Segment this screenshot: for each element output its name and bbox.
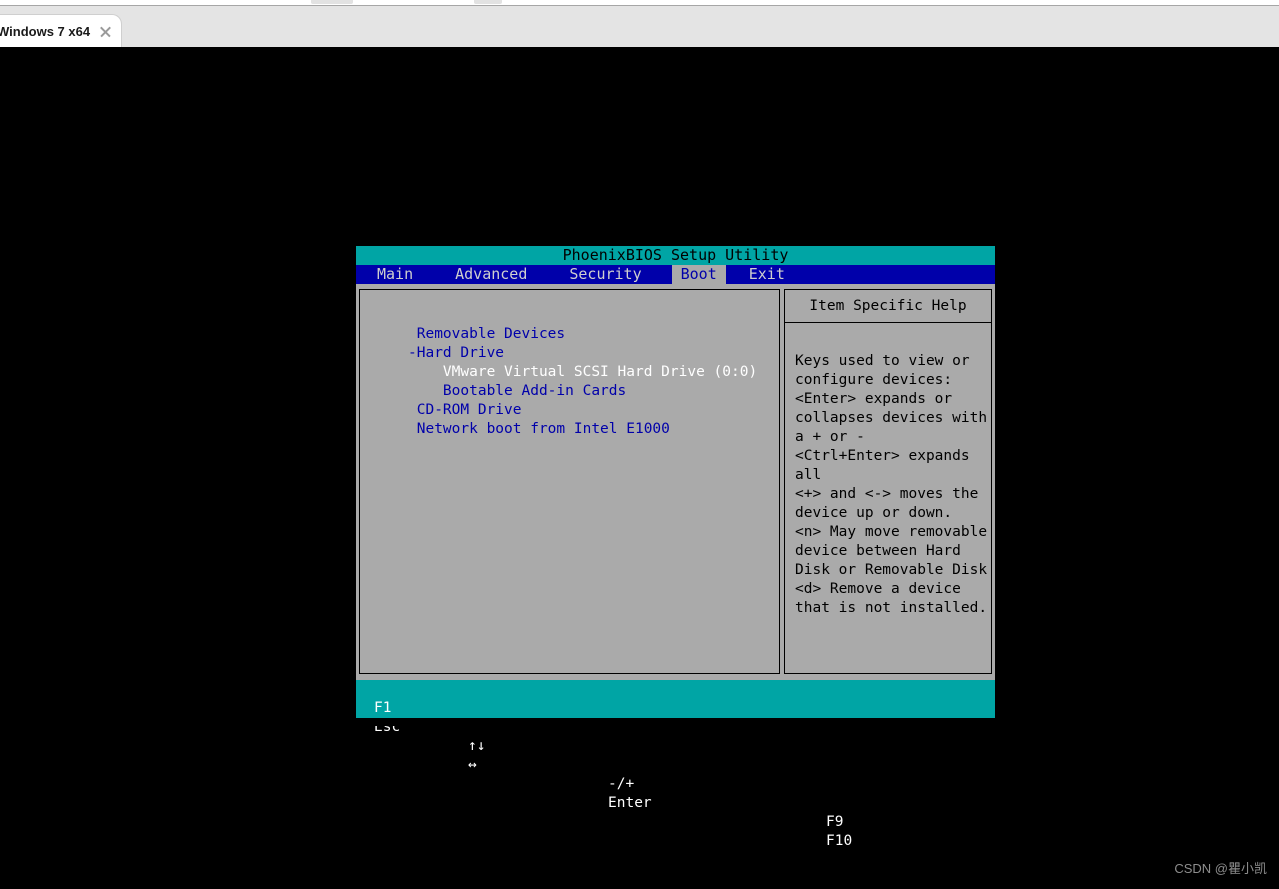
help-line: <Enter> expands or bbox=[795, 390, 985, 409]
browser-tab-strip: Windows 7 x64 bbox=[0, 6, 1279, 48]
bios-menu-bar: Main Advanced Security Boot Exit bbox=[356, 265, 995, 284]
vm-console-screen[interactable]: PhoenixBIOS Setup Utility Main Advanced … bbox=[0, 48, 1279, 888]
keyhint-f9-key: F9 bbox=[826, 813, 843, 832]
arrow-up-down-icon: ↑↓ bbox=[468, 737, 485, 756]
bios-content-area: Removable Devices -Hard Drive VMware Vir… bbox=[356, 284, 995, 680]
item-specific-help-panel: Item Specific Help Keys used to view or … bbox=[784, 289, 992, 674]
bios-tab-advanced[interactable]: Advanced bbox=[446, 265, 536, 284]
bios-title-bar: PhoenixBIOS Setup Utility bbox=[356, 246, 995, 265]
keyhint-select-submenu-desc: Select ▶ Sub-Menu bbox=[666, 813, 814, 832]
close-icon[interactable] bbox=[95, 21, 117, 43]
boot-item-cdrom-drive[interactable]: CD-ROM Drive bbox=[360, 401, 779, 420]
bios-tab-exit[interactable]: Exit bbox=[740, 265, 794, 284]
arrow-left-right-icon: ↔ bbox=[468, 756, 477, 775]
keyhint-minusplus-key: -/+ bbox=[608, 775, 634, 794]
keyhint-select-item-desc: Select Item bbox=[496, 756, 592, 775]
browser-tab-title: Windows 7 x64 bbox=[0, 24, 95, 39]
help-line: all bbox=[795, 466, 985, 485]
bios-tab-boot[interactable]: Boot bbox=[672, 265, 726, 284]
help-line: Keys used to view or bbox=[795, 352, 985, 371]
keyhint-enter-key: Enter bbox=[608, 794, 652, 813]
bios-tab-main[interactable]: Main bbox=[368, 265, 422, 284]
boot-item-vmware-scsi-hdd[interactable]: VMware Virtual SCSI Hard Drive (0:0) bbox=[360, 363, 779, 382]
boot-item-network-boot-e1000[interactable]: Network boot from Intel E1000 bbox=[360, 420, 779, 439]
help-panel-body: Keys used to view or configure devices: … bbox=[795, 352, 985, 618]
bios-tab-security[interactable]: Security bbox=[560, 265, 650, 284]
help-line: collapses devices with bbox=[795, 409, 985, 428]
csdn-watermark: CSDN @瞿小凯 bbox=[1174, 858, 1267, 877]
browser-tab-windows7[interactable]: Windows 7 x64 bbox=[0, 15, 121, 48]
keyhint-exit-desc: Exit bbox=[414, 737, 449, 756]
help-line: device between Hard bbox=[795, 542, 985, 561]
help-line: <n> May move removable bbox=[795, 523, 985, 542]
bios-key-hint-bar: F1 Help ↑↓ Select Item -/+ Change Values… bbox=[356, 680, 995, 718]
help-line: configure devices: bbox=[795, 371, 985, 390]
help-line: <d> Remove a device bbox=[795, 580, 985, 599]
help-line: Disk or Removable Disk bbox=[795, 561, 985, 580]
keybar-row-top: F1 Help ↑↓ Select Item -/+ Change Values… bbox=[356, 680, 995, 699]
help-panel-title: Item Specific Help bbox=[785, 290, 991, 323]
help-line: a + or - bbox=[795, 428, 985, 447]
boot-order-panel: Removable Devices -Hard Drive VMware Vir… bbox=[359, 289, 780, 674]
keyhint-setup-defaults-desc: Setup Defaults bbox=[866, 832, 988, 851]
browser-chrome: Windows 7 x64 bbox=[0, 0, 1279, 48]
toolbar-button-partial-2[interactable] bbox=[474, 0, 502, 4]
bios-title-text: PhoenixBIOS Setup Utility bbox=[563, 248, 789, 263]
boot-device-list[interactable]: Removable Devices -Hard Drive VMware Vir… bbox=[360, 325, 779, 439]
keyhint-change-values-desc: Change Values bbox=[666, 794, 780, 813]
help-line: <Ctrl+Enter> expands bbox=[795, 447, 985, 466]
boot-item-bootable-add-in-cards[interactable]: Bootable Add-in Cards bbox=[360, 382, 779, 401]
boot-item-hard-drive[interactable]: -Hard Drive bbox=[360, 344, 779, 363]
keybar-row-bottom: Esc Exit ↔ Select Menu Enter Select ▶ Su… bbox=[356, 699, 995, 718]
bios-window-bottom-edge bbox=[356, 718, 995, 726]
help-line: that is not installed. bbox=[795, 599, 985, 618]
help-line: device up or down. bbox=[795, 504, 985, 523]
boot-item-removable-devices[interactable]: Removable Devices bbox=[360, 325, 779, 344]
help-line: <+> and <-> moves the bbox=[795, 485, 985, 504]
keyhint-select-menu-desc: Select Menu bbox=[496, 775, 592, 794]
phoenixbios-setup-window: PhoenixBIOS Setup Utility Main Advanced … bbox=[356, 246, 995, 771]
keyhint-f10-key: F10 bbox=[826, 832, 852, 851]
toolbar-button-partial-1[interactable] bbox=[311, 0, 353, 4]
keyhint-save-and-exit-desc: Save and Exit bbox=[866, 851, 980, 870]
